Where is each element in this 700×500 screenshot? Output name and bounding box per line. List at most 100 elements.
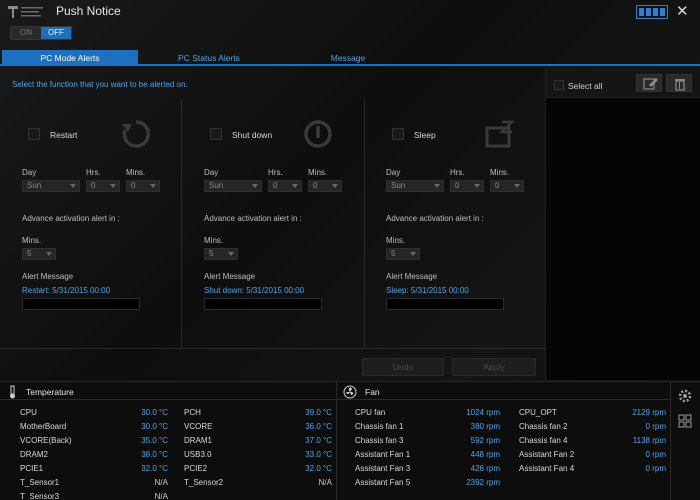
alert-message-input[interactable] (204, 298, 322, 310)
edit-button[interactable] (636, 74, 662, 92)
tab-message[interactable]: Message (280, 50, 416, 66)
mins-value: 0 (495, 181, 500, 190)
toggle-on[interactable]: ON (11, 27, 41, 39)
temperature-reading-value: 35.0 °C (141, 436, 168, 445)
mins-value: 0 (313, 181, 318, 190)
alert-message-label: Alert Message (386, 272, 438, 281)
alert-message-input[interactable] (386, 298, 504, 310)
day-select[interactable]: Sun (386, 180, 444, 192)
layout-toggle-button[interactable] (636, 5, 668, 19)
hrs-value: 0 (455, 181, 460, 190)
day-select[interactable]: Sun (22, 180, 80, 192)
function-label: Restart (50, 130, 78, 140)
select-all-label: Select all (568, 81, 603, 91)
layout-icon[interactable] (678, 414, 692, 428)
tab-bar: PC Mode Alerts PC Status Alerts Message (0, 50, 700, 66)
instruction-text: Select the function that you want to be … (12, 80, 188, 89)
advance-mins-label: Mins. (22, 236, 42, 245)
on-off-toggle[interactable]: ON OFF (10, 26, 72, 40)
function-label: Sleep (414, 130, 436, 140)
mins-select[interactable]: 0 (308, 180, 342, 192)
advance-mins-select[interactable]: 5 (22, 248, 56, 260)
temperature-reading-value: N/A (154, 492, 168, 500)
temperature-reading-value: 30.0 °C (141, 422, 168, 431)
hrs-value: 0 (91, 181, 96, 190)
alert-message-preview: Sleep: 5/31/2015 00:00 (386, 286, 469, 295)
toggle-off[interactable]: OFF (41, 27, 71, 39)
day-label: Day (204, 168, 219, 177)
apply-button[interactable]: Apply (452, 358, 536, 376)
fan-reading-value: 448 rpm (470, 450, 500, 459)
alert-message-input[interactable] (22, 298, 140, 310)
mins-label: Mins. (308, 168, 328, 177)
temperature-reading-name: PCIE2 (184, 464, 208, 473)
thermometer-icon (10, 385, 15, 399)
fan-reading-value: 592 rpm (470, 436, 500, 445)
hrs-select[interactable]: 0 (268, 180, 302, 192)
temperature-reading-name: CPU (20, 408, 37, 417)
advance-mins-value: 5 (391, 249, 396, 258)
fan-reading-value: 2129 rpm (632, 408, 666, 417)
day-select[interactable]: Sun (204, 180, 262, 192)
alert-list-header: Select all (546, 68, 700, 98)
shutdown-checkbox[interactable] (210, 128, 222, 140)
temperature-header: Temperature (0, 382, 336, 400)
title-bar: Push Notice ✕ (0, 0, 700, 24)
temperature-reading-name: T_Sensor3 (20, 492, 60, 500)
fan-reading-value: 0 rpm (645, 464, 666, 473)
fan-reading-value: 0 rpm (645, 450, 666, 459)
advance-mins-value: 5 (209, 249, 214, 258)
select-all-checkbox[interactable] (554, 80, 564, 90)
trash-icon (675, 79, 685, 91)
close-icon[interactable]: ✕ (676, 2, 689, 20)
hrs-select[interactable]: 0 (86, 180, 120, 192)
tab-pc-mode-alerts[interactable]: PC Mode Alerts (2, 50, 138, 66)
alert-column-restart: Restart Day Hrs. Mins. Sun 0 0 Advance a… (16, 108, 194, 358)
mins-select[interactable]: 0 (490, 180, 524, 192)
mins-select[interactable]: 0 (126, 180, 160, 192)
hrs-label: Hrs. (86, 168, 101, 177)
temperature-reading-value: 30.0 °C (141, 408, 168, 417)
app-title: Push Notice (56, 4, 121, 18)
undo-button[interactable]: Undo (362, 358, 444, 376)
fan-reading-value: 426 rpm (470, 464, 500, 473)
advance-label: Advance activation alert in : (386, 214, 484, 223)
temperature-reading-value: 37.0 °C (305, 436, 332, 445)
main-panel: Select the function that you want to be … (0, 68, 545, 380)
tuf-logo (8, 6, 43, 18)
temperature-title: Temperature (26, 387, 74, 397)
advance-mins-select[interactable]: 5 (204, 248, 238, 260)
advance-mins-value: 5 (27, 249, 32, 258)
hrs-label: Hrs. (450, 168, 465, 177)
alert-message-preview: Shut down: 5/31/2015 00:00 (204, 286, 305, 295)
fan-reading-value: 0 rpm (645, 422, 666, 431)
fan-reading-name: Assistant Fan 1 (355, 450, 411, 459)
edit-icon (643, 78, 658, 90)
temperature-reading-name: PCIE1 (20, 464, 44, 473)
fan-icon (343, 385, 357, 399)
sleep-checkbox[interactable] (392, 128, 404, 140)
fan-reading-name: Assistant Fan 4 (519, 464, 575, 473)
sleep-icon (485, 120, 516, 148)
temperature-reading-value: N/A (154, 478, 168, 487)
temperature-reading-value: 33.0 °C (305, 450, 332, 459)
fan-reading-value: 1138 rpm (632, 436, 666, 445)
restart-icon (122, 120, 151, 148)
fan-title: Fan (365, 387, 380, 397)
fan-reading-value: 380 rpm (470, 422, 500, 431)
function-label: Shut down (232, 130, 273, 140)
restart-checkbox[interactable] (28, 128, 40, 140)
tab-pc-status-alerts[interactable]: PC Status Alerts (142, 50, 276, 66)
fan-reading-name: Chassis fan 2 (519, 422, 568, 431)
fan-header: Fan (337, 382, 670, 400)
mins-value: 0 (131, 181, 136, 190)
gear-icon[interactable] (677, 388, 693, 404)
alert-column-sleep: Sleep Day Hrs. Mins. Sun 0 0 Advance act… (380, 108, 558, 358)
advance-mins-select[interactable]: 5 (386, 248, 420, 260)
hrs-select[interactable]: 0 (450, 180, 484, 192)
delete-button[interactable] (666, 74, 692, 92)
hardware-monitor-panel: Temperature CPU 30.0 °C MotherBoard 30.0 °C… (0, 381, 700, 500)
alert-column-shutdown: Shut down Day Hrs. Mins. Sun 0 0 Advance… (198, 108, 376, 358)
fan-reading-name: CPU_OPT (519, 408, 557, 417)
temperature-reading-value: 39.0 °C (305, 408, 332, 417)
